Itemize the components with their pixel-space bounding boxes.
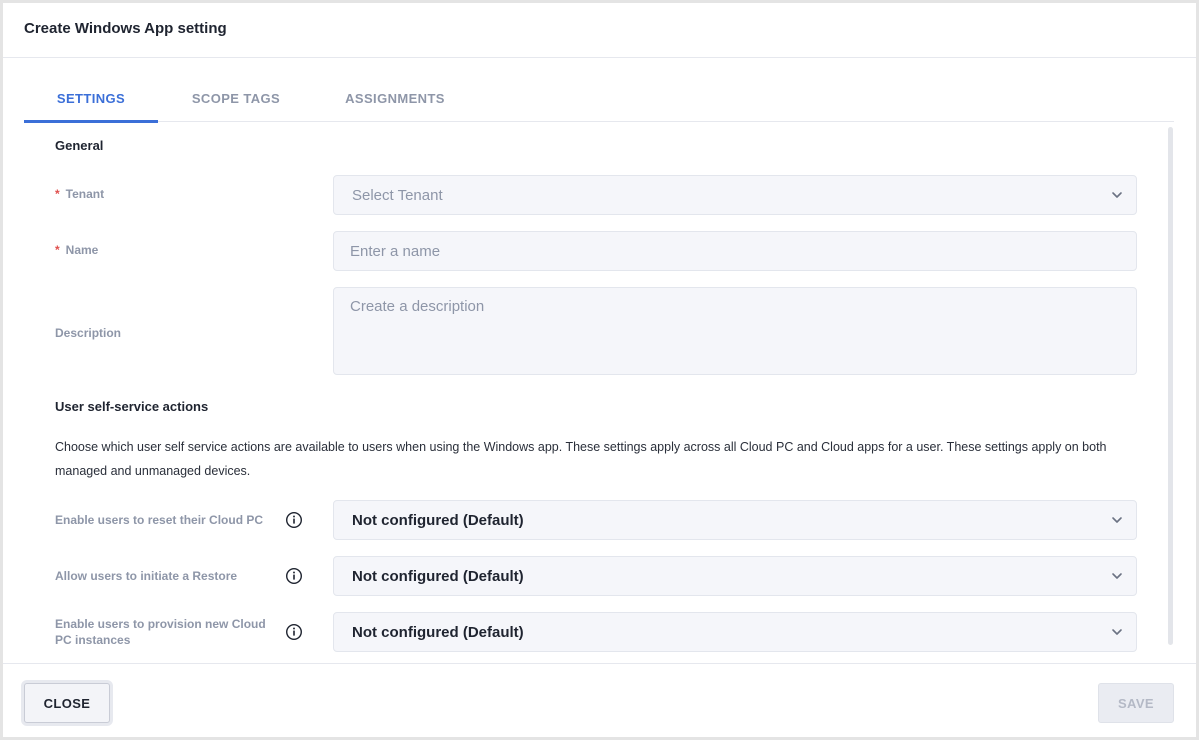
chevron-down-icon bbox=[1112, 573, 1122, 579]
content-scrollbar[interactable] bbox=[1168, 127, 1173, 645]
tab-scope-tags[interactable]: SCOPE TAGS bbox=[174, 77, 298, 122]
reset-cloud-pc-select[interactable]: Not configured (Default) bbox=[333, 500, 1137, 540]
provision-cloud-pc-value: Not configured (Default) bbox=[352, 624, 524, 641]
tab-settings[interactable]: SETTINGS bbox=[24, 77, 158, 123]
tenant-select-placeholder: Select Tenant bbox=[352, 187, 443, 204]
chevron-down-icon bbox=[1112, 629, 1122, 635]
name-label: * Name bbox=[55, 243, 99, 257]
dialog-footer: CLOSE SAVE bbox=[3, 663, 1196, 737]
description-label: Description bbox=[55, 326, 122, 340]
reset-cloud-pc-label: Enable users to reset their Cloud PC bbox=[55, 513, 264, 527]
initiate-restore-label: Allow users to initiate a Restore bbox=[55, 569, 238, 583]
info-icon[interactable] bbox=[285, 567, 303, 585]
self-service-description: Choose which user self service actions a… bbox=[55, 440, 1107, 478]
initiate-restore-value: Not configured (Default) bbox=[352, 568, 524, 585]
name-input-placeholder: Enter a name bbox=[350, 243, 441, 260]
tenant-select[interactable]: Select Tenant bbox=[333, 175, 1137, 215]
create-windows-app-setting-dialog: Create Windows App setting SETTINGS SCOP… bbox=[3, 3, 1196, 737]
tenant-label: * Tenant bbox=[55, 187, 105, 201]
description-textarea[interactable]: Create a description bbox=[333, 287, 1137, 375]
info-icon[interactable] bbox=[285, 623, 303, 641]
description-placeholder: Create a description bbox=[350, 298, 485, 315]
section-title-general: General bbox=[55, 138, 104, 153]
provision-cloud-pc-label: Enable users to provision new Cloud PC i… bbox=[55, 617, 266, 647]
settings-form: General * Tenant Select Tenant * Name Ente… bbox=[3, 123, 1169, 663]
dialog-header: Create Windows App setting bbox=[3, 3, 1196, 58]
provision-cloud-pc-select[interactable]: Not configured (Default) bbox=[333, 612, 1137, 652]
section-title-self-service: User self-service actions bbox=[55, 399, 209, 414]
reset-cloud-pc-value: Not configured (Default) bbox=[352, 512, 524, 529]
tab-assignments[interactable]: ASSIGNMENTS bbox=[330, 77, 460, 122]
name-input[interactable]: Enter a name bbox=[333, 231, 1137, 271]
info-icon[interactable] bbox=[285, 511, 303, 529]
required-marker: * bbox=[55, 187, 60, 201]
tab-bar: SETTINGS SCOPE TAGS ASSIGNMENTS bbox=[24, 77, 1174, 123]
dialog-title: Create Windows App setting bbox=[24, 20, 227, 37]
required-marker: * bbox=[55, 243, 60, 257]
chevron-down-icon bbox=[1112, 517, 1122, 523]
chevron-down-icon bbox=[1112, 192, 1122, 198]
initiate-restore-select[interactable]: Not configured (Default) bbox=[333, 556, 1137, 596]
close-button[interactable]: CLOSE bbox=[24, 683, 110, 723]
save-button[interactable]: SAVE bbox=[1098, 683, 1174, 723]
